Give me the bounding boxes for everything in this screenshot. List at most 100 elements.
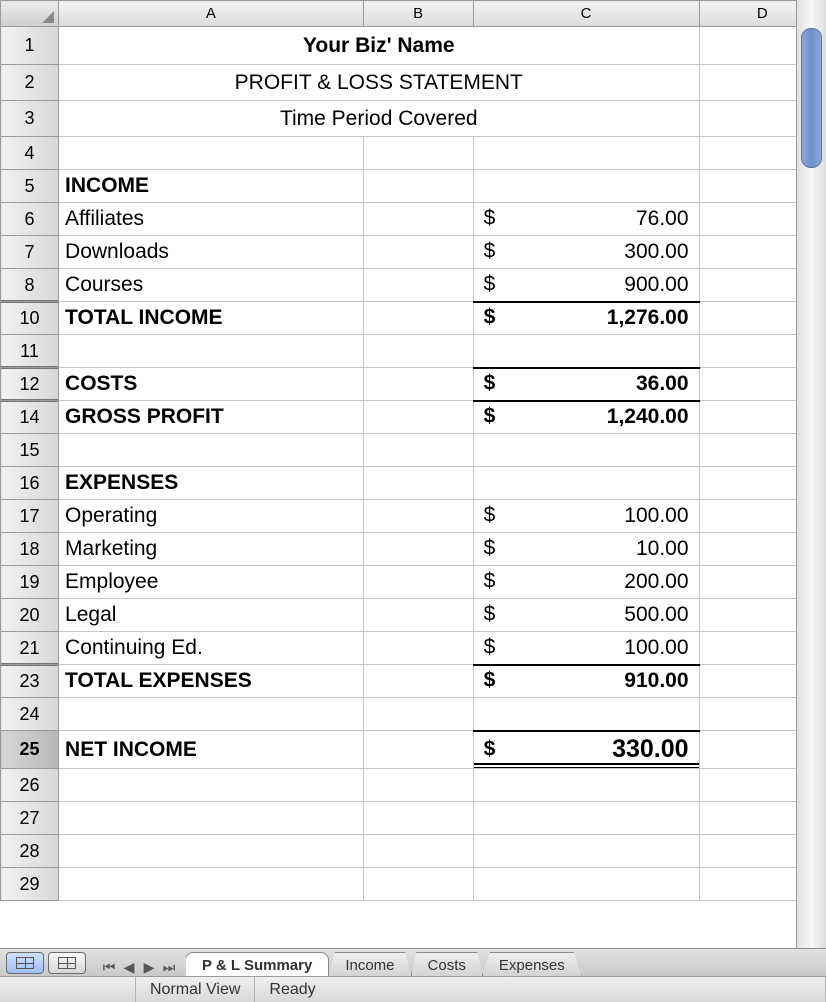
- row-header[interactable]: 1: [1, 27, 59, 65]
- row[interactable]: 26: [1, 769, 826, 802]
- cell[interactable]: [363, 769, 473, 802]
- cell[interactable]: [363, 599, 473, 632]
- sheet-tab[interactable]: Income: [328, 952, 411, 976]
- cell-value[interactable]: $ 10.00: [473, 533, 699, 566]
- row[interactable]: 17 Operating $ 100.00: [1, 500, 826, 533]
- row-header[interactable]: 28: [1, 835, 59, 868]
- row[interactable]: 25 NET INCOME $ 330.00: [1, 731, 826, 769]
- cell[interactable]: [473, 835, 699, 868]
- cell-period[interactable]: Time Period Covered: [59, 101, 700, 137]
- row[interactable]: 16 EXPENSES: [1, 467, 826, 500]
- row[interactable]: 14 GROSS PROFIT $ 1,240.00: [1, 401, 826, 434]
- cell[interactable]: [363, 401, 473, 434]
- row-header[interactable]: 18: [1, 533, 59, 566]
- cell-value[interactable]: $ 100.00: [473, 500, 699, 533]
- cell-income-header[interactable]: INCOME: [59, 170, 364, 203]
- row[interactable]: 2 PROFIT & LOSS STATEMENT: [1, 65, 826, 101]
- cell[interactable]: [59, 835, 364, 868]
- cell[interactable]: [363, 868, 473, 901]
- cell-label[interactable]: Courses: [59, 269, 364, 302]
- cell-label[interactable]: Affiliates: [59, 203, 364, 236]
- sheet-tab[interactable]: Expenses: [482, 952, 582, 976]
- row[interactable]: 3 Time Period Covered: [1, 101, 826, 137]
- row[interactable]: 23 TOTAL EXPENSES $ 910.00: [1, 665, 826, 698]
- cell-label[interactable]: Marketing: [59, 533, 364, 566]
- cell-net-income-label[interactable]: NET INCOME: [59, 731, 364, 769]
- row[interactable]: 18 Marketing $ 10.00: [1, 533, 826, 566]
- row[interactable]: 15: [1, 434, 826, 467]
- page-layout-view-button[interactable]: [48, 952, 86, 974]
- cell[interactable]: [363, 137, 473, 170]
- row[interactable]: 4: [1, 137, 826, 170]
- cell[interactable]: [363, 467, 473, 500]
- cell-title[interactable]: Your Biz' Name: [59, 27, 700, 65]
- row-header[interactable]: 3: [1, 101, 59, 137]
- row-header[interactable]: 29: [1, 868, 59, 901]
- row-header[interactable]: 27: [1, 802, 59, 835]
- column-header[interactable]: B: [363, 1, 473, 27]
- cell[interactable]: [363, 368, 473, 401]
- cell-total-income-label[interactable]: TOTAL INCOME: [59, 302, 364, 335]
- cell-gross-profit-label[interactable]: GROSS PROFIT: [59, 401, 364, 434]
- cell[interactable]: [363, 302, 473, 335]
- normal-view-button[interactable]: [6, 952, 44, 974]
- cell-value[interactable]: $ 500.00: [473, 599, 699, 632]
- cell-label[interactable]: Legal: [59, 599, 364, 632]
- cell-costs-label[interactable]: COSTS: [59, 368, 364, 401]
- row-header[interactable]: 4: [1, 137, 59, 170]
- cell-value[interactable]: $ 300.00: [473, 236, 699, 269]
- row-header[interactable]: 25: [1, 731, 59, 769]
- last-tab-button[interactable]: ⏭: [160, 958, 178, 976]
- cell[interactable]: [363, 500, 473, 533]
- cell[interactable]: [363, 566, 473, 599]
- cell[interactable]: [473, 802, 699, 835]
- row[interactable]: 12 COSTS $ 36.00: [1, 368, 826, 401]
- next-tab-button[interactable]: ▶: [140, 958, 158, 976]
- cell[interactable]: [363, 802, 473, 835]
- row[interactable]: 24: [1, 698, 826, 731]
- cell[interactable]: [363, 665, 473, 698]
- row-header[interactable]: 19: [1, 566, 59, 599]
- row-header[interactable]: 7: [1, 236, 59, 269]
- row-header[interactable]: 20: [1, 599, 59, 632]
- cell[interactable]: [473, 170, 699, 203]
- row-header[interactable]: 10: [1, 302, 59, 335]
- cell[interactable]: [363, 835, 473, 868]
- row[interactable]: 8 Courses $ 900.00: [1, 269, 826, 302]
- cell[interactable]: [363, 698, 473, 731]
- cell-net-income-value[interactable]: $ 330.00: [473, 731, 699, 769]
- cell[interactable]: [473, 137, 699, 170]
- row-header[interactable]: 2: [1, 65, 59, 101]
- cell[interactable]: [473, 868, 699, 901]
- cell[interactable]: [363, 632, 473, 665]
- vertical-scrollbar[interactable]: [796, 0, 826, 948]
- row-header[interactable]: 11: [1, 335, 59, 368]
- cell[interactable]: [363, 335, 473, 368]
- cell[interactable]: [473, 769, 699, 802]
- cell-total-expenses-value[interactable]: $ 910.00: [473, 665, 699, 698]
- cell[interactable]: [473, 467, 699, 500]
- cell[interactable]: [59, 335, 364, 368]
- row-header[interactable]: 17: [1, 500, 59, 533]
- cell-label[interactable]: Operating: [59, 500, 364, 533]
- cell[interactable]: [363, 203, 473, 236]
- cell-value[interactable]: $ 900.00: [473, 269, 699, 302]
- column-header[interactable]: C: [473, 1, 699, 27]
- row[interactable]: 20 Legal $ 500.00: [1, 599, 826, 632]
- spreadsheet-grid[interactable]: A B C D 1 Your Biz' Name 2 PROFIT & LOSS…: [0, 0, 826, 901]
- select-all-corner[interactable]: [1, 1, 59, 27]
- row-header[interactable]: 6: [1, 203, 59, 236]
- cell-costs-value[interactable]: $ 36.00: [473, 368, 699, 401]
- worksheet-area[interactable]: A B C D 1 Your Biz' Name 2 PROFIT & LOSS…: [0, 0, 826, 948]
- row[interactable]: 10 TOTAL INCOME $ 1,276.00: [1, 302, 826, 335]
- cell-total-expenses-label[interactable]: TOTAL EXPENSES: [59, 665, 364, 698]
- row[interactable]: 19 Employee $ 200.00: [1, 566, 826, 599]
- row-header[interactable]: 14: [1, 401, 59, 434]
- row-header[interactable]: 12: [1, 368, 59, 401]
- cell-value[interactable]: $ 76.00: [473, 203, 699, 236]
- cell[interactable]: [363, 434, 473, 467]
- cell[interactable]: [473, 434, 699, 467]
- cell-gross-profit-value[interactable]: $ 1,240.00: [473, 401, 699, 434]
- row[interactable]: 1 Your Biz' Name: [1, 27, 826, 65]
- scrollbar-thumb[interactable]: [801, 28, 822, 168]
